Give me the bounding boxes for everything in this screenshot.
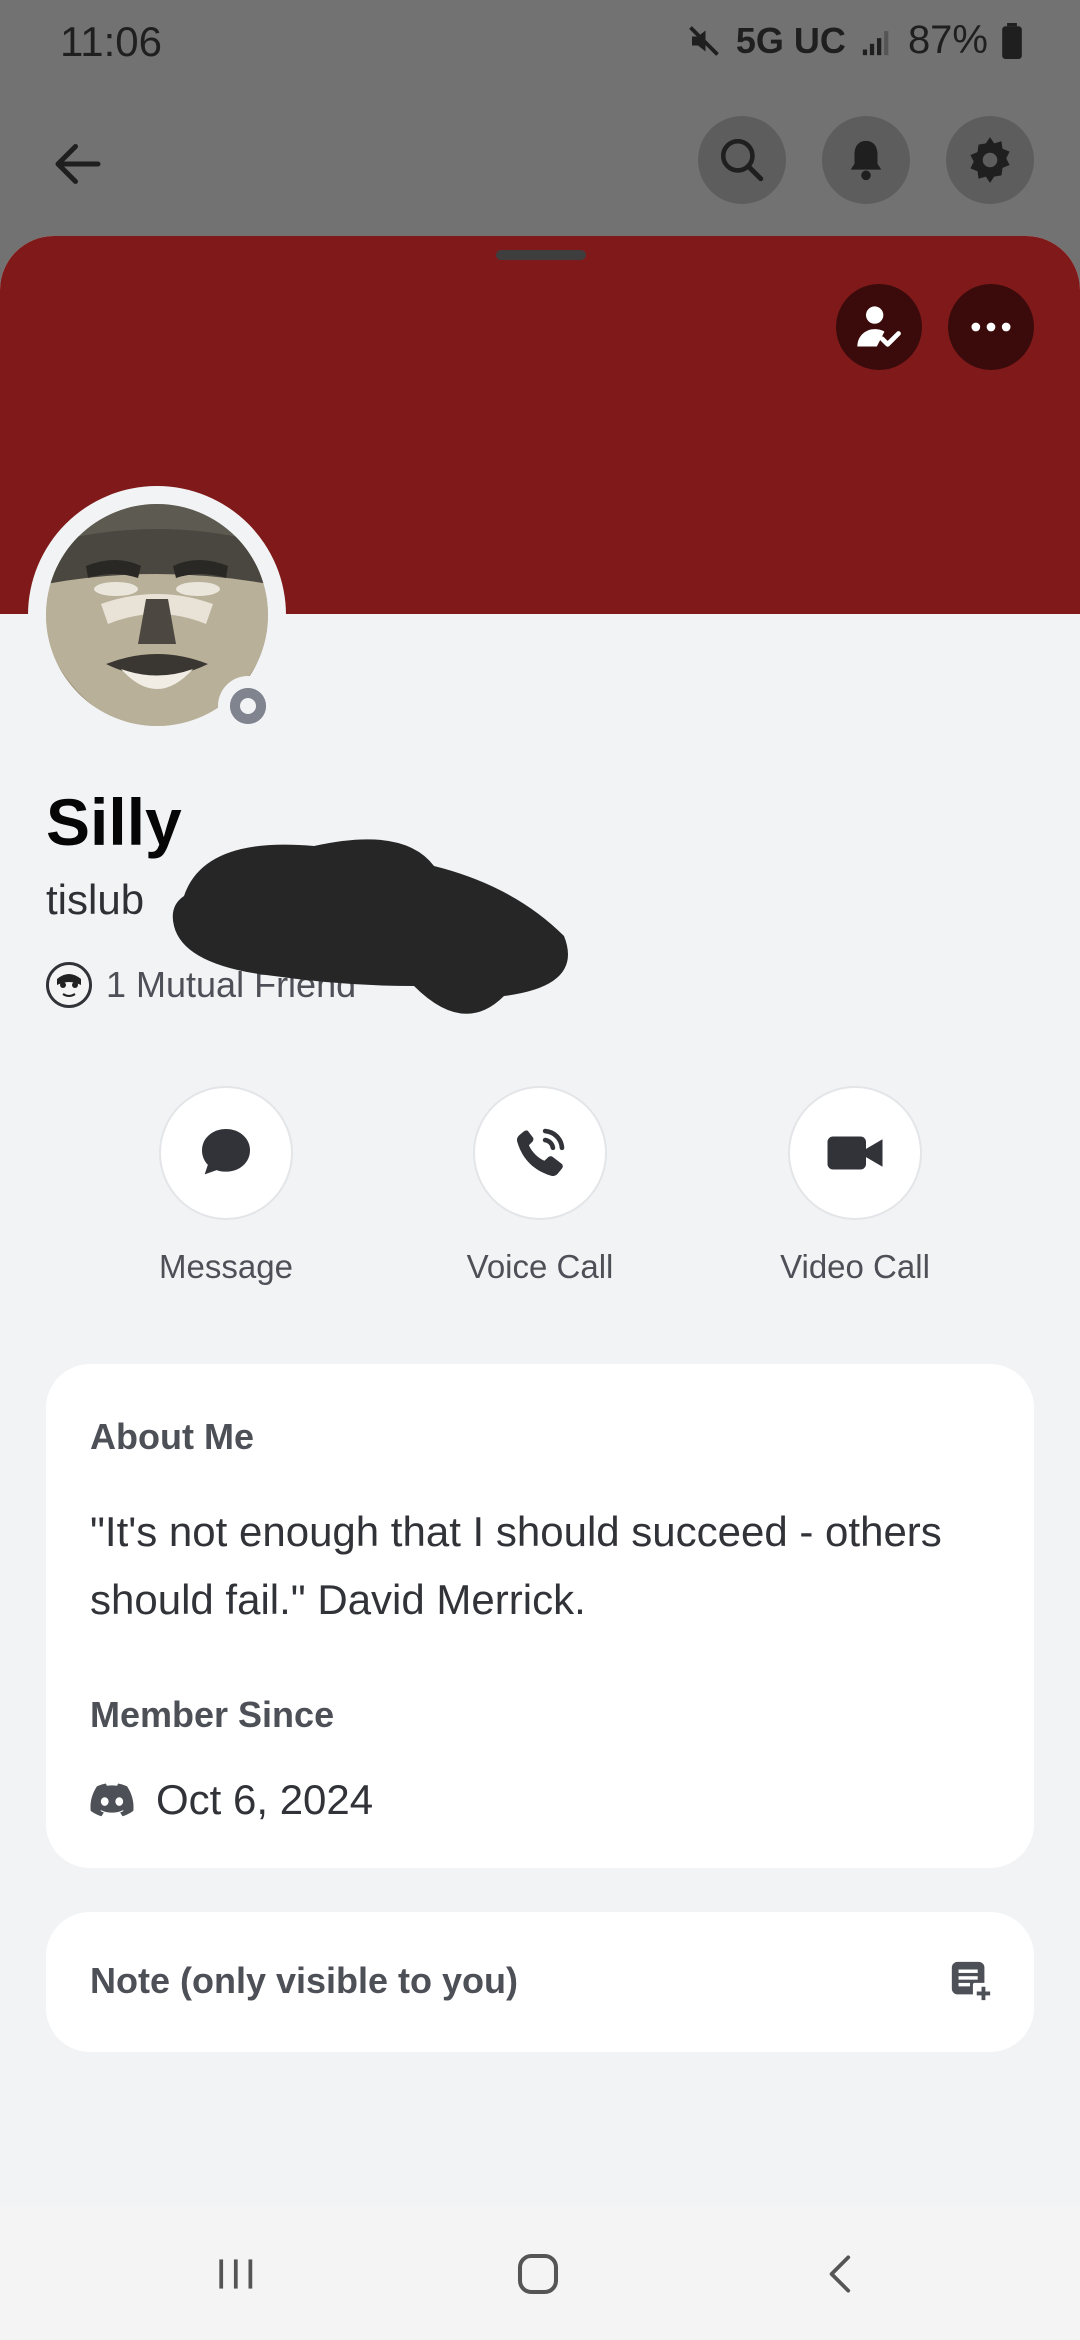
video-camera-icon xyxy=(827,1136,883,1170)
more-horizontal-icon xyxy=(971,322,1011,332)
status-indicators: 5G UC 87% xyxy=(686,18,1022,63)
battery-percent: 87% xyxy=(907,18,988,62)
member-since-row: Oct 6, 2024 xyxy=(90,1776,373,1824)
video-call-button[interactable] xyxy=(788,1086,922,1220)
search-button[interactable] xyxy=(698,116,786,204)
back-nav-button[interactable] xyxy=(802,2242,882,2306)
voice-call-button[interactable] xyxy=(473,1086,607,1220)
drag-handle[interactable] xyxy=(496,250,586,260)
friend-status-button[interactable] xyxy=(836,284,922,370)
network-label: 5G UC xyxy=(735,19,846,61)
search-icon xyxy=(720,138,764,182)
display-name: Silly xyxy=(46,785,182,859)
back-button[interactable] xyxy=(38,124,118,204)
recent-apps-icon xyxy=(219,2259,253,2289)
redaction-scribble xyxy=(172,839,568,1014)
system-navigation-bar xyxy=(0,2206,1080,2340)
about-card: About Me "It's not enough that I should … xyxy=(46,1364,1034,1868)
member-since-date: Oct 6, 2024 xyxy=(156,1776,374,1823)
discord-logo-icon xyxy=(90,1783,134,1817)
about-title: About Me xyxy=(90,1416,254,1457)
about-text: "It's not enough that I should succeed -… xyxy=(90,1508,942,1623)
gear-icon xyxy=(970,137,1010,183)
voice-call-label: Voice Call xyxy=(466,1248,614,1285)
home-icon xyxy=(517,2253,559,2295)
voice-call-action[interactable]: Voice Call xyxy=(420,1086,660,1286)
phone-icon xyxy=(516,1128,565,1177)
status-time: 11:06 xyxy=(60,18,162,65)
arrow-left-icon xyxy=(55,144,101,184)
battery-icon xyxy=(1002,22,1022,59)
video-call-action[interactable]: Video Call xyxy=(735,1086,975,1286)
video-call-label: Video Call xyxy=(780,1248,930,1285)
bell-icon xyxy=(850,140,882,181)
recent-apps-button[interactable] xyxy=(196,2242,276,2306)
person-check-icon xyxy=(857,306,901,347)
add-note-icon[interactable] xyxy=(948,1958,994,2009)
note-card[interactable]: Note (only visible to you) xyxy=(46,1912,1034,2052)
settings-button[interactable] xyxy=(946,116,1034,204)
note-label: Note (only visible to you) xyxy=(90,1960,519,2001)
message-label: Message xyxy=(159,1248,293,1285)
status-indicator xyxy=(218,676,278,736)
member-since-title: Member Since xyxy=(90,1694,335,1735)
notifications-button[interactable] xyxy=(822,116,910,204)
mute-icon xyxy=(686,23,722,59)
home-button[interactable] xyxy=(498,2242,578,2306)
chevron-left-icon xyxy=(829,2255,851,2293)
username: tislub xyxy=(46,876,145,923)
message-action[interactable]: Message xyxy=(106,1086,346,1286)
more-options-button[interactable] xyxy=(948,284,1034,370)
mutual-friend-avatar xyxy=(46,962,92,1008)
top-navigation xyxy=(0,86,1080,236)
status-bar: 11:06 5G UC 87% xyxy=(0,0,1080,86)
quick-actions: Message Voice Call Video Call xyxy=(0,1086,1080,1285)
chat-bubble-icon xyxy=(202,1129,250,1175)
signal-icon xyxy=(860,24,894,58)
message-button[interactable] xyxy=(159,1086,293,1220)
profile-sheet: Silly tislub 1 Mutual Friend Message Voi… xyxy=(0,236,1080,2206)
